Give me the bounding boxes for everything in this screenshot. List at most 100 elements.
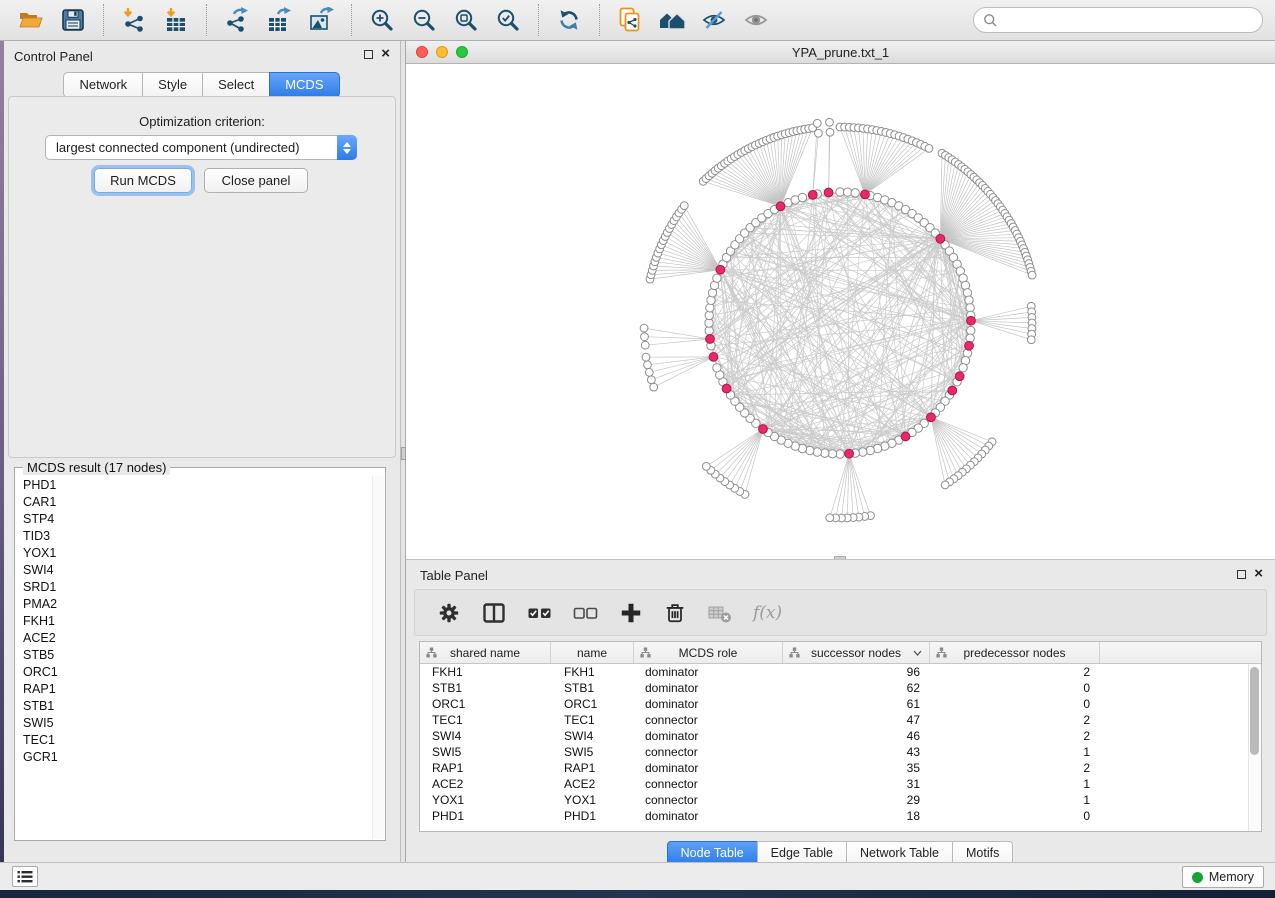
network-leaf-node[interactable] bbox=[641, 341, 649, 349]
list-item[interactable]: RAP1 bbox=[16, 680, 372, 697]
table-cell[interactable]: FKH1 bbox=[551, 665, 634, 679]
table-row[interactable]: ACE2ACE2connector311 bbox=[420, 776, 1261, 792]
network-leaf-node[interactable] bbox=[925, 144, 933, 152]
table-row[interactable]: PHD1PHD1dominator180 bbox=[420, 808, 1261, 824]
add-column-plus-icon[interactable] bbox=[619, 600, 643, 626]
network-window-titlebar[interactable]: YPA_prune.txt_1 bbox=[406, 41, 1275, 64]
network-leaf-node[interactable] bbox=[941, 481, 949, 489]
refresh-button[interactable] bbox=[553, 4, 585, 36]
network-hub-node[interactable] bbox=[861, 190, 870, 199]
table-cell[interactable]: ORC1 bbox=[420, 697, 551, 711]
network-node[interactable] bbox=[859, 448, 867, 456]
tab-network[interactable]: Network bbox=[63, 72, 143, 98]
table-cell[interactable]: STB1 bbox=[420, 681, 551, 695]
table-cell[interactable]: PHD1 bbox=[420, 809, 551, 823]
list-item[interactable]: TID3 bbox=[16, 527, 372, 544]
network-leaf-node[interactable] bbox=[641, 333, 649, 341]
network-leaf-node[interactable] bbox=[1028, 271, 1036, 279]
network-leaf-node[interactable] bbox=[680, 202, 688, 210]
zoom-out-button[interactable] bbox=[408, 4, 440, 36]
home-button[interactable] bbox=[656, 4, 688, 36]
network-leaf-node[interactable] bbox=[645, 368, 653, 376]
list-item[interactable]: TEC1 bbox=[16, 731, 372, 748]
table-scrollbar-thumb[interactable] bbox=[1250, 667, 1259, 755]
table-cell[interactable]: ACE2 bbox=[420, 777, 551, 791]
table-cell[interactable]: YOX1 bbox=[420, 793, 551, 807]
network-leaf-node[interactable] bbox=[813, 119, 821, 127]
network-hub-node[interactable] bbox=[965, 341, 974, 350]
list-item[interactable]: SWI4 bbox=[16, 561, 372, 578]
table-settings-gear-icon[interactable] bbox=[437, 600, 461, 626]
memory-button[interactable]: Memory bbox=[1182, 866, 1264, 888]
select-all-icon[interactable] bbox=[527, 600, 553, 626]
network-node[interactable] bbox=[851, 189, 859, 197]
network-leaf-node[interactable] bbox=[826, 118, 834, 126]
table-cell[interactable]: connector bbox=[634, 745, 783, 759]
float-panel-icon[interactable] bbox=[364, 50, 373, 59]
table-cell[interactable]: 43 bbox=[783, 745, 930, 759]
network-node[interactable] bbox=[707, 296, 715, 304]
list-item[interactable]: ACE2 bbox=[16, 629, 372, 646]
network-hub-node[interactable] bbox=[722, 384, 731, 393]
table-cell[interactable]: 96 bbox=[783, 665, 930, 679]
select-stepper[interactable] bbox=[337, 135, 357, 160]
list-item[interactable]: FKH1 bbox=[16, 612, 372, 629]
column-header-successor-nodes[interactable]: successor nodes bbox=[783, 642, 930, 663]
show-columns-icon[interactable] bbox=[481, 600, 507, 626]
table-cell[interactable]: 2 bbox=[930, 729, 1100, 743]
table-cell[interactable]: dominator bbox=[634, 761, 783, 775]
table-cell[interactable]: 47 bbox=[783, 713, 930, 727]
table-cell[interactable]: 31 bbox=[783, 777, 930, 791]
network-hub-node[interactable] bbox=[967, 316, 976, 325]
network-node[interactable] bbox=[866, 446, 874, 454]
network-leaf-node[interactable] bbox=[647, 376, 655, 384]
search-box[interactable] bbox=[973, 7, 1263, 33]
table-cell[interactable]: 1 bbox=[930, 745, 1100, 759]
network-canvas[interactable] bbox=[406, 64, 1275, 559]
table-cell[interactable]: 46 bbox=[783, 729, 930, 743]
zoom-selected-button[interactable] bbox=[492, 4, 524, 36]
list-item[interactable]: STB1 bbox=[16, 697, 372, 714]
close-panel-button[interactable]: Close panel bbox=[204, 168, 308, 193]
network-hub-node[interactable] bbox=[901, 432, 910, 441]
show-details-button[interactable] bbox=[740, 4, 772, 36]
table-cell[interactable]: SWI4 bbox=[420, 729, 551, 743]
table-cell[interactable]: dominator bbox=[634, 809, 783, 823]
network-hub-node[interactable] bbox=[709, 353, 718, 362]
network-hub-node[interactable] bbox=[936, 234, 945, 243]
table-cell[interactable]: 61 bbox=[783, 697, 930, 711]
network-node[interactable] bbox=[821, 449, 829, 457]
table-row[interactable]: TEC1TEC1connector472 bbox=[420, 712, 1261, 728]
list-item[interactable]: YOX1 bbox=[16, 544, 372, 561]
import-network-button[interactable] bbox=[118, 4, 150, 36]
table-row[interactable]: FKH1FKH1dominator962 bbox=[420, 664, 1261, 680]
list-item[interactable]: SRD1 bbox=[16, 578, 372, 595]
table-cell[interactable]: RAP1 bbox=[420, 761, 551, 775]
delete-column-trash-icon[interactable] bbox=[663, 600, 687, 626]
zoom-fit-button[interactable] bbox=[450, 4, 482, 36]
table-cell[interactable]: FKH1 bbox=[420, 665, 551, 679]
table-row[interactable]: RAP1RAP1dominator352 bbox=[420, 760, 1261, 776]
network-hub-node[interactable] bbox=[716, 265, 725, 274]
tab-select[interactable]: Select bbox=[202, 72, 270, 98]
table-cell[interactable]: 1 bbox=[930, 777, 1100, 791]
column-header-shared-name[interactable]: shared name bbox=[420, 642, 551, 663]
hide-details-button[interactable] bbox=[698, 4, 730, 36]
table-cell[interactable]: SWI5 bbox=[551, 745, 634, 759]
mcds-list-scrollbar[interactable] bbox=[372, 476, 384, 839]
table-cell[interactable]: 29 bbox=[783, 793, 930, 807]
network-leaf-node[interactable] bbox=[702, 462, 710, 470]
network-hub-node[interactable] bbox=[845, 449, 854, 458]
export-network-button[interactable] bbox=[221, 4, 253, 36]
table-cell[interactable]: 0 bbox=[930, 681, 1100, 695]
network-leaf-node[interactable] bbox=[644, 361, 652, 369]
export-image-button[interactable] bbox=[305, 4, 337, 36]
column-header-mcds-role[interactable]: MCDS role bbox=[634, 642, 783, 663]
table-cell[interactable]: TEC1 bbox=[551, 713, 634, 727]
network-leaf-node[interactable] bbox=[1027, 336, 1035, 344]
table-cell[interactable]: SWI5 bbox=[420, 745, 551, 759]
list-item[interactable]: CAR1 bbox=[16, 493, 372, 510]
network-hub-node[interactable] bbox=[776, 202, 785, 211]
table-cell[interactable]: TEC1 bbox=[420, 713, 551, 727]
table-cell[interactable]: connector bbox=[634, 793, 783, 807]
